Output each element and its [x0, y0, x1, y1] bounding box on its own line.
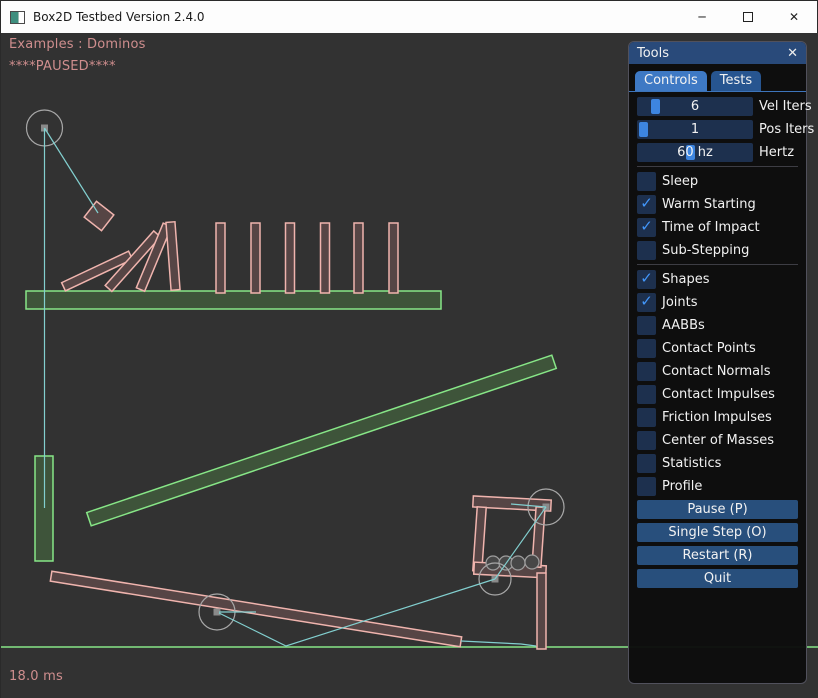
tab-tests[interactable]: Tests: [711, 71, 761, 91]
checkbox-aabbs[interactable]: ✓ AABBs: [637, 316, 798, 335]
hertz-slider[interactable]: 60 hz: [637, 143, 753, 162]
dominos-platform: [26, 291, 441, 309]
checkbox-box[interactable]: ✓: [637, 293, 656, 312]
restart-button[interactable]: Restart (R): [637, 546, 798, 565]
maximize-icon: [743, 12, 753, 22]
tools-close-icon[interactable]: ✕: [787, 47, 798, 60]
pause-button[interactable]: Pause (P): [637, 500, 798, 519]
quit-button[interactable]: Quit: [637, 569, 798, 588]
slider-row-pos-iters: 1 Pos Iters: [637, 120, 798, 139]
titlebar[interactable]: Box2D Testbed Version 2.4.0 ─ ✕: [1, 1, 817, 33]
checkmark-icon: ✓: [640, 271, 653, 286]
checkmark-icon: ✓: [640, 196, 653, 211]
fallen-dominos: [62, 222, 180, 292]
checkbox-box[interactable]: ✓: [637, 385, 656, 404]
app-window: Box2D Testbed Version 2.4.0 ─ ✕: [0, 0, 818, 698]
checkbox-center-of-masses[interactable]: ✓ Center of Masses: [637, 431, 798, 450]
separator: [637, 264, 798, 265]
checkbox-time-of-impact[interactable]: ✓ Time of Impact: [637, 218, 798, 237]
paused-label: ****PAUSED****: [9, 59, 116, 74]
vel-iters-slider[interactable]: 6: [637, 97, 753, 116]
checkbox-contact-impulses[interactable]: ✓ Contact Impulses: [637, 385, 798, 404]
example-label: Examples : Dominos: [9, 37, 146, 52]
checkmark-icon: ✓: [640, 219, 653, 234]
hertz-label: Hertz: [759, 145, 794, 160]
checkbox-contact-points[interactable]: ✓ Contact Points: [637, 339, 798, 358]
frame-structure: [473, 496, 551, 649]
single-step-button[interactable]: Single Step (O): [637, 523, 798, 542]
checkbox-box[interactable]: ✓: [637, 218, 656, 237]
checkbox-box[interactable]: ✓: [637, 270, 656, 289]
checkbox-box[interactable]: ✓: [637, 195, 656, 214]
tools-panel-title: Tools: [637, 46, 669, 61]
close-button[interactable]: ✕: [771, 1, 817, 33]
checkbox-statistics[interactable]: ✓ Statistics: [637, 454, 798, 473]
vel-iters-label: Vel Iters: [759, 99, 812, 114]
checkbox-box[interactable]: ✓: [637, 241, 656, 260]
checkbox-sub-stepping[interactable]: ✓ Sub-Stepping: [637, 241, 798, 260]
checkbox-joints[interactable]: ✓ Joints: [637, 293, 798, 312]
slider-row-vel-iters: 6 Vel Iters: [637, 97, 798, 116]
standing-dominos: [216, 223, 398, 293]
tools-panel-titlebar[interactable]: Tools ✕: [629, 42, 806, 64]
physics-canvas[interactable]: Examples : Dominos ****PAUSED**** 18.0 m…: [1, 33, 818, 698]
checkbox-contact-normals[interactable]: ✓ Contact Normals: [637, 362, 798, 381]
tab-controls[interactable]: Controls: [635, 71, 707, 91]
slider-row-hertz: 60 hz Hertz: [637, 143, 798, 162]
checkbox-box[interactable]: ✓: [637, 172, 656, 191]
checkbox-box[interactable]: ✓: [637, 477, 656, 496]
minimize-icon: ─: [698, 10, 705, 24]
checkbox-box[interactable]: ✓: [637, 362, 656, 381]
checkbox-shapes[interactable]: ✓ Shapes: [637, 270, 798, 289]
window-title: Box2D Testbed Version 2.4.0: [33, 10, 205, 24]
checkbox-warm-starting[interactable]: ✓ Warm Starting: [637, 195, 798, 214]
tools-panel: Tools ✕ Controls Tests 6 Vel Iters: [628, 41, 807, 684]
pos-iters-label: Pos Iters: [759, 122, 814, 137]
close-icon: ✕: [789, 10, 799, 24]
checkbox-box[interactable]: ✓: [637, 454, 656, 473]
checkbox-profile[interactable]: ✓ Profile: [637, 477, 798, 496]
checkbox-box[interactable]: ✓: [637, 339, 656, 358]
checkbox-friction-impulses[interactable]: ✓ Friction Impulses: [637, 408, 798, 427]
checkbox-box[interactable]: ✓: [637, 408, 656, 427]
pendulum-bob: [84, 201, 114, 230]
frame-time-label: 18.0 ms: [9, 669, 63, 684]
maximize-button[interactable]: [725, 1, 771, 33]
checkmark-icon: ✓: [640, 294, 653, 309]
tabbar: Controls Tests: [629, 64, 806, 92]
minimize-button[interactable]: ─: [679, 1, 725, 33]
app-icon: [10, 11, 25, 24]
checkbox-box[interactable]: ✓: [637, 431, 656, 450]
pos-iters-slider[interactable]: 1: [637, 120, 753, 139]
separator: [637, 166, 798, 167]
checkbox-box[interactable]: ✓: [637, 316, 656, 335]
checkbox-sleep[interactable]: ✓ Sleep: [637, 172, 798, 191]
